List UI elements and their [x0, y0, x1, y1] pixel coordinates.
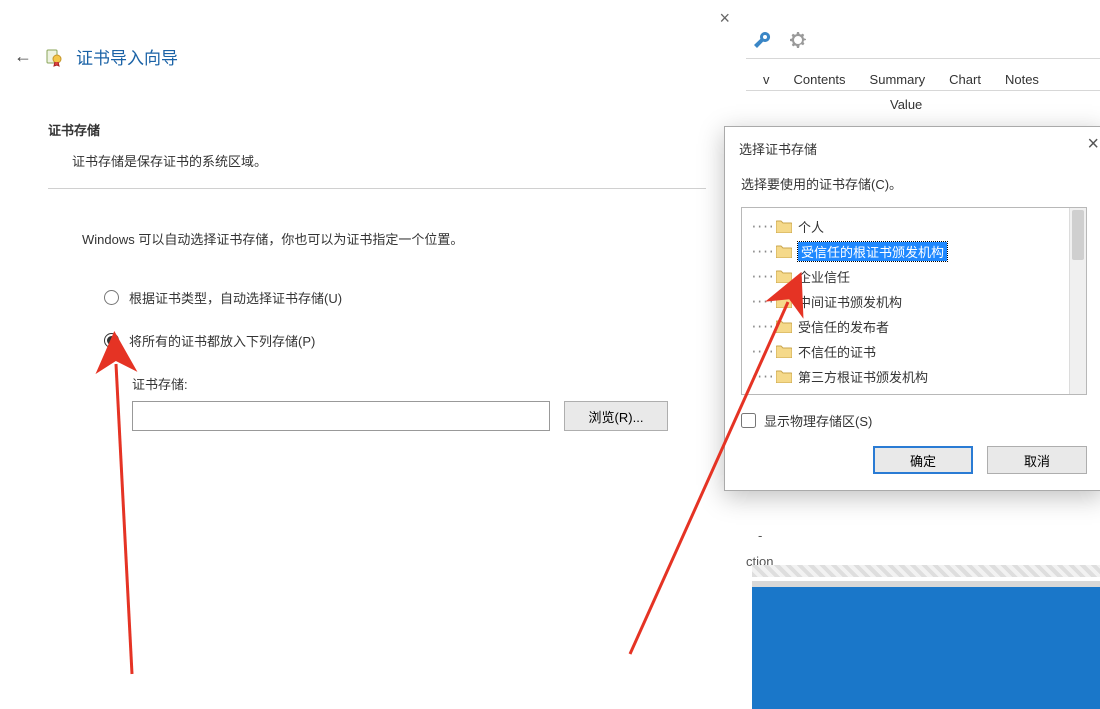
tree-connector: ···· [750, 344, 770, 359]
auto-select-hint: Windows 可以自动选择证书存储，你也可以为证书指定一个位置。 [48, 229, 706, 248]
show-physical-checkbox-row[interactable]: 显示物理存储区(S) [725, 395, 1100, 434]
tree-item-label: 受信任的发布者 [798, 317, 889, 336]
close-icon[interactable]: × [1087, 133, 1099, 156]
browse-button[interactable]: 浏览(R)... [564, 401, 668, 431]
tab-fragment-v[interactable]: v [752, 67, 781, 91]
background-toolbar [746, 30, 808, 50]
tree-item-label: 中间证书颁发机构 [798, 292, 902, 311]
tree-item-label: 第三方根证书颁发机构 [798, 367, 928, 386]
tree-connector: ···· [750, 369, 770, 384]
radio-manual-input[interactable] [104, 333, 119, 348]
cancel-button[interactable]: 取消 [987, 446, 1087, 474]
tree-item-2[interactable]: ···· 企业信任 [746, 264, 1082, 289]
folder-icon [776, 345, 792, 358]
bg-text-dash: - [758, 528, 762, 543]
tree-item-label: 不信任的证书 [798, 342, 876, 361]
tree-item-5[interactable]: ···· 不信任的证书 [746, 339, 1082, 364]
tree-connector: ···· [750, 294, 770, 309]
section-heading: 证书存储 [48, 120, 706, 139]
tree-item-label: 个人 [798, 217, 824, 236]
show-physical-checkbox[interactable] [741, 413, 756, 428]
tab-summary[interactable]: Summary [859, 67, 937, 91]
tree-item-4[interactable]: ···· 受信任的发布者 [746, 314, 1082, 339]
radio-auto-input[interactable] [104, 290, 119, 305]
tab-contents[interactable]: Contents [783, 67, 857, 91]
ok-button[interactable]: 确定 [873, 446, 973, 474]
dialog-prompt: 选择要使用的证书存储(C)。 [725, 166, 1100, 207]
dialog-title: 选择证书存储 [739, 142, 817, 157]
value-column-header: Value [746, 91, 1100, 118]
close-icon[interactable]: × [719, 8, 730, 29]
tree-item-label: 企业信任 [798, 267, 850, 286]
tree-item-label: 受信任的根证书颁发机构 [798, 242, 947, 261]
folder-icon [776, 245, 792, 258]
show-physical-label: 显示物理存储区(S) [764, 411, 872, 430]
scrollbar[interactable] [1069, 208, 1086, 394]
folder-icon [776, 220, 792, 233]
folder-icon [776, 320, 792, 333]
tree-item-0[interactable]: ···· 个人 [746, 214, 1082, 239]
select-store-dialog: 选择证书存储 × 选择要使用的证书存储(C)。 ···· 个人 ···· 受信任的根证… [724, 126, 1100, 491]
gear-icon[interactable] [788, 30, 808, 50]
wizard-title: 证书导入向导 [76, 44, 178, 69]
section-description: 证书存储是保存证书的系统区域。 [48, 151, 706, 170]
wrench-icon[interactable] [752, 30, 772, 50]
dialog-title-bar: 选择证书存储 × [725, 127, 1100, 166]
tree-item-6[interactable]: ···· 第三方根证书颁发机构 [746, 364, 1082, 389]
radio-manual-select[interactable]: 将所有的证书都放入下列存储(P) [104, 331, 706, 350]
store-input[interactable] [132, 401, 550, 431]
tree-item-1[interactable]: ···· 受信任的根证书颁发机构 [746, 239, 1082, 264]
radio-manual-label: 将所有的证书都放入下列存储(P) [129, 331, 315, 350]
back-arrow-icon[interactable]: ← [14, 46, 32, 67]
wizard-header: ← 证书导入向导 [14, 44, 178, 69]
store-subsection: 证书存储: 浏览(R)... [104, 374, 706, 431]
divider [48, 188, 706, 189]
wizard-body: 证书存储 证书存储是保存证书的系统区域。 Windows 可以自动选择证书存储，… [48, 120, 706, 431]
tree-connector: ···· [750, 219, 770, 234]
background-tabs: v Contents Summary Chart Notes [746, 65, 1100, 91]
scrollbar-thumb[interactable] [1072, 210, 1084, 260]
tab-notes[interactable]: Notes [994, 67, 1050, 91]
folder-icon [776, 270, 792, 283]
store-tree: ···· 个人 ···· 受信任的根证书颁发机构 ···· 企业信任 ···· 中间证书颁发机… [741, 207, 1087, 395]
cert-wizard-icon [44, 47, 64, 67]
cert-import-wizard-window: × ← 证书导入向导 证书存储 证书存储是保存证书的系统区域。 Windows … [0, 0, 746, 709]
tree-connector: ···· [750, 319, 770, 334]
tree-item-3[interactable]: ···· 中间证书颁发机构 [746, 289, 1082, 314]
store-field-label: 证书存储: [132, 374, 706, 393]
radio-auto-select[interactable]: 根据证书类型，自动选择证书存储(U) [104, 288, 706, 307]
tree-connector: ···· [750, 244, 770, 259]
tree-connector: ···· [750, 269, 770, 284]
bg-desktop [752, 581, 1100, 709]
store-radio-group: 根据证书类型，自动选择证书存储(U) 将所有的证书都放入下列存储(P) 证书存储… [48, 288, 706, 431]
folder-icon [776, 370, 792, 383]
folder-icon [776, 295, 792, 308]
dialog-buttons: 确定 取消 [725, 434, 1100, 490]
tab-chart[interactable]: Chart [938, 67, 992, 91]
divider [746, 58, 1100, 59]
radio-auto-label: 根据证书类型，自动选择证书存储(U) [129, 288, 342, 307]
